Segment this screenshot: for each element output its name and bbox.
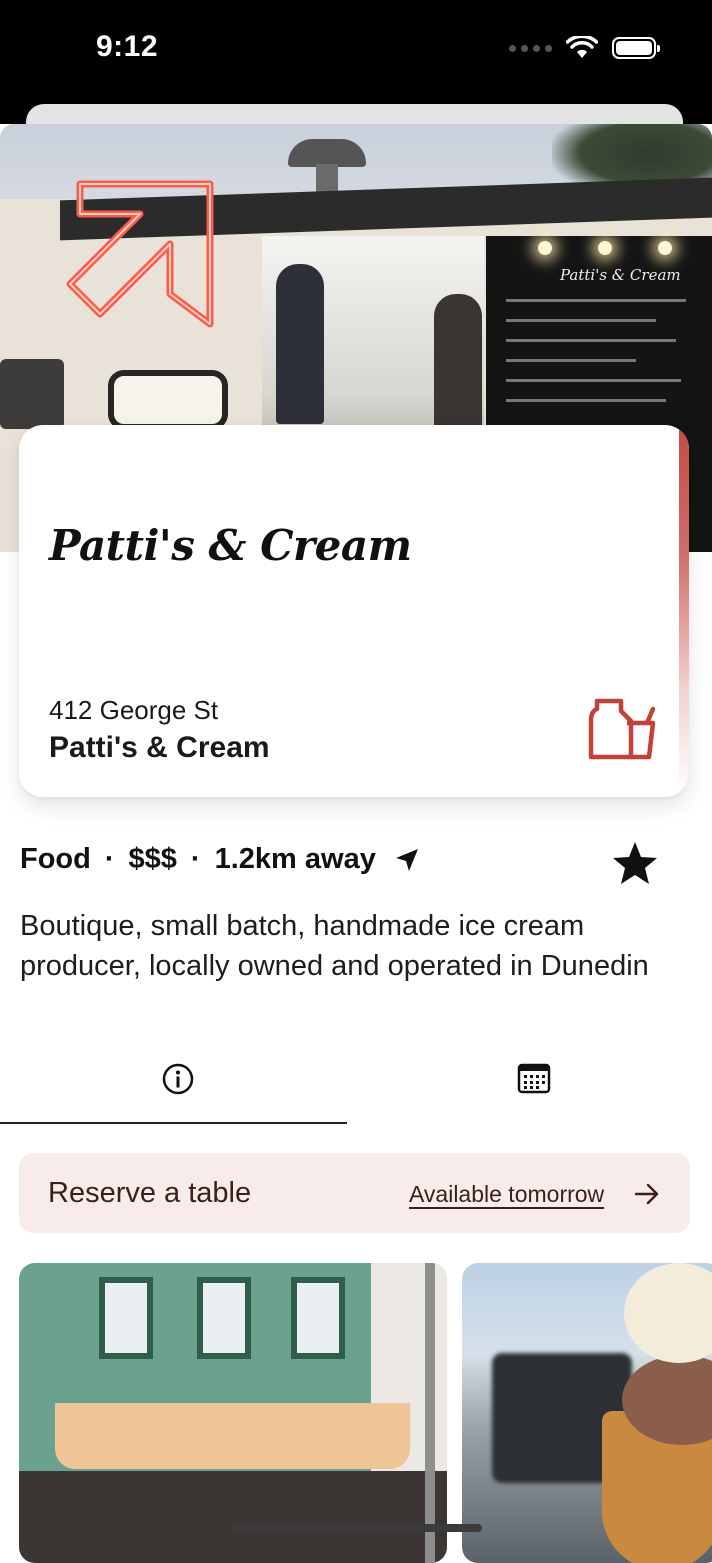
menu-line [506,359,636,362]
cab-window [0,359,64,429]
venue-address: 412 George St [49,695,219,725]
venue-logo: Patti's & Cream [49,521,412,570]
storefront-awning [55,1403,410,1469]
reserve-label: Reserve a table [48,1177,252,1209]
takeaway-icon [588,698,656,760]
photo-storefront[interactable] [19,1263,447,1563]
price-label: $$$ [128,843,177,875]
menu-line [506,379,681,382]
street-pole [425,1263,435,1563]
wifi-icon [566,36,598,58]
staff-person [434,294,482,434]
separator-dot: · [190,843,201,875]
menu-line [506,319,656,322]
reserve-table-banner[interactable]: Reserve a table Available tomorrow [19,1153,690,1233]
menu-board-logo: Patti's & Cream [560,266,681,284]
menu-line [506,339,676,342]
vanilla-scoop [624,1263,712,1363]
home-indicator[interactable] [230,1524,482,1532]
light-bulb [658,241,672,255]
light-bulb [598,241,612,255]
side-window [108,370,228,430]
separator-dot: · [104,843,115,875]
tab-info[interactable] [0,1062,356,1124]
status-time: 9:12 [96,30,159,63]
window [291,1277,345,1359]
category-label: Food [20,843,91,875]
signal-icon [509,44,552,52]
arrow-right-icon[interactable] [633,1181,661,1207]
info-icon [162,1063,194,1095]
distance-label: 1.2km away [214,843,376,875]
navigation-arrow-icon[interactable] [394,847,420,873]
light-bulb [538,241,552,255]
venue-description: Boutique, small batch, handmade ice crea… [20,910,649,982]
vent-cap [288,139,366,167]
menu-line [506,399,666,402]
availability-link[interactable]: Available tomorrow [409,1181,604,1208]
venue-card: Patti's & Cream 412 George St Patti's & … [19,425,689,797]
favorite-star-icon[interactable] [612,840,658,886]
calendar-icon [517,1063,551,1094]
window [197,1277,251,1359]
storefront-base [19,1471,447,1563]
vent-pipe [316,164,338,194]
photo-ice-cream[interactable] [462,1263,712,1563]
card-accent [679,425,689,797]
staff-person [276,264,324,424]
tab-calendar[interactable] [356,1062,712,1124]
battery-icon [612,37,660,59]
venue-name: Patti's & Cream [49,731,270,764]
tab-selected-indicator [0,1122,347,1124]
menu-line [506,299,686,302]
neon-arrow-icon [66,180,214,328]
venue-meta: Food · $$$ · 1.2km away [20,843,420,876]
status-icons [509,36,660,60]
window [99,1277,153,1359]
